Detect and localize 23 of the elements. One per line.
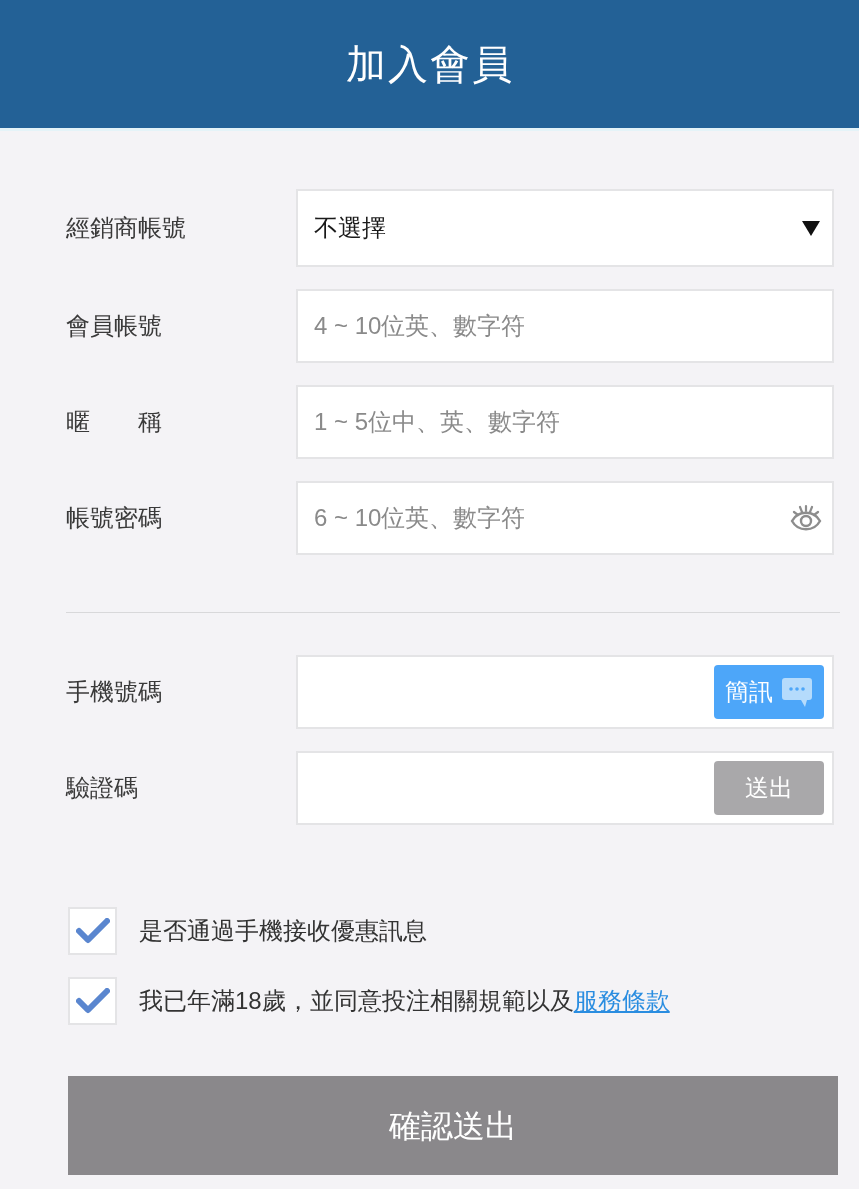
checkbox[interactable] bbox=[68, 977, 117, 1025]
field-label: 經銷商帳號 bbox=[66, 213, 187, 243]
check-icon bbox=[75, 988, 110, 1014]
password-field[interactable]: 6 ~ 10位英、數字符 bbox=[296, 481, 834, 555]
text-field[interactable]: 4 ~ 10位英、數字符 bbox=[296, 289, 834, 363]
caret-down-icon bbox=[802, 220, 820, 236]
check-icon bbox=[75, 918, 110, 944]
checkbox[interactable] bbox=[68, 907, 117, 955]
text-field[interactable]: 1 ~ 5位中、英、數字符 bbox=[296, 385, 834, 459]
field-label: 暱 稱 bbox=[66, 407, 163, 437]
eye-icon[interactable] bbox=[790, 504, 822, 532]
sms-button[interactable]: 簡訊 bbox=[714, 665, 824, 719]
chat-bubble-icon bbox=[781, 676, 813, 708]
field-label: 帳號密碼 bbox=[66, 503, 163, 533]
input-field[interactable]: 簡訊 bbox=[296, 655, 834, 729]
field-label: 驗證碼 bbox=[66, 773, 139, 803]
agreement-text: 是否通過手機接收優惠訊息 bbox=[139, 916, 427, 946]
terms-link[interactable]: 服務條款 bbox=[573, 987, 670, 1014]
dropdown-field[interactable]: 不選擇 bbox=[296, 189, 834, 267]
agreement-text: 我已年滿18歲，並同意投注相關規範以及服務條款 bbox=[139, 986, 670, 1016]
field-label: 手機號碼 bbox=[66, 677, 163, 707]
field-label: 會員帳號 bbox=[66, 311, 163, 341]
page-title: 加入會員 bbox=[345, 41, 514, 88]
